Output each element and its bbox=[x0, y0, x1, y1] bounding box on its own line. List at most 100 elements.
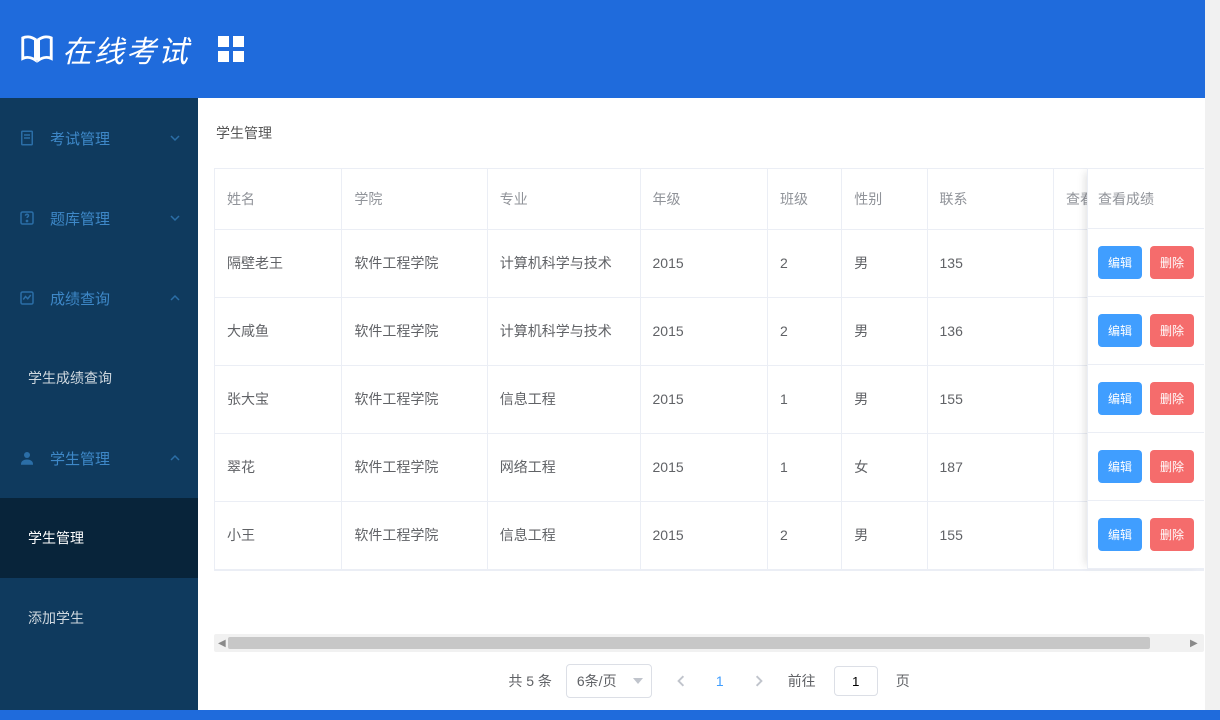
edit-button[interactable]: 编辑 bbox=[1098, 450, 1142, 483]
cell-major: 计算机科学与技术 bbox=[487, 297, 640, 365]
pager-current[interactable]: 1 bbox=[710, 673, 730, 689]
pager-next[interactable] bbox=[744, 666, 774, 696]
cell-class: 1 bbox=[767, 433, 841, 501]
delete-button[interactable]: 删除 bbox=[1150, 246, 1194, 279]
table-row: 张大宝软件工程学院信息工程20151男155 bbox=[215, 365, 1203, 433]
col-major: 专业 bbox=[487, 169, 640, 229]
breadcrumb: 学生管理 bbox=[198, 98, 1220, 168]
page-title: 学生管理 bbox=[216, 123, 272, 143]
col-gender: 性别 bbox=[842, 169, 927, 229]
cell-college: 软件工程学院 bbox=[342, 501, 487, 569]
sidebar-subitem-label: 添加学生 bbox=[28, 608, 84, 628]
sidebar-item-label: 考试管理 bbox=[50, 128, 170, 149]
cell-college: 软件工程学院 bbox=[342, 229, 487, 297]
cell-gender: 男 bbox=[842, 365, 927, 433]
pager-jump-prefix: 前往 bbox=[788, 671, 816, 691]
cell-phone: 135 bbox=[927, 229, 1053, 297]
sidebar-item-grades[interactable]: 成绩查询 bbox=[0, 258, 198, 338]
pager-jump-suffix: 页 bbox=[896, 671, 910, 691]
sidebar-subitem-label: 学生管理 bbox=[28, 528, 84, 548]
sidebar-subitem-label: 学生成绩查询 bbox=[28, 368, 112, 388]
chevron-down-icon bbox=[170, 213, 180, 223]
table-header-row: 姓名 学院 专业 年级 班级 性别 联系 查看成绩 bbox=[215, 169, 1203, 229]
cell-class: 2 bbox=[767, 229, 841, 297]
edit-button[interactable]: 编辑 bbox=[1098, 314, 1142, 347]
col-name: 姓名 bbox=[215, 169, 342, 229]
cell-name: 翠花 bbox=[215, 433, 342, 501]
sidebar-subitem-add-student[interactable]: 添加学生 bbox=[0, 578, 198, 658]
cell-name: 大咸鱼 bbox=[215, 297, 342, 365]
delete-button[interactable]: 删除 bbox=[1150, 382, 1194, 415]
cell-name: 张大宝 bbox=[215, 365, 342, 433]
cell-name: 小王 bbox=[215, 501, 342, 569]
chevron-down-icon bbox=[170, 133, 180, 143]
cell-year: 2015 bbox=[640, 501, 767, 569]
scroll-left-icon[interactable]: ◀ bbox=[218, 638, 228, 648]
sidebar-item-student[interactable]: 学生管理 bbox=[0, 418, 198, 498]
pager-jump-input[interactable] bbox=[834, 666, 878, 696]
cell-major: 网络工程 bbox=[487, 433, 640, 501]
action-cell: 编辑删除 bbox=[1088, 229, 1204, 297]
fixed-action-column: 查看成绩 编辑删除编辑删除编辑删除编辑删除编辑删除 bbox=[1087, 168, 1204, 569]
cell-phone: 155 bbox=[927, 365, 1053, 433]
edit-button[interactable]: 编辑 bbox=[1098, 246, 1142, 279]
cell-major: 信息工程 bbox=[487, 365, 640, 433]
table-row: 隔壁老王软件工程学院计算机科学与技术20152男135 bbox=[215, 229, 1203, 297]
cell-major: 信息工程 bbox=[487, 501, 640, 569]
cell-college: 软件工程学院 bbox=[342, 433, 487, 501]
pagination: 共 5 条 6条/页 1 前往 页 bbox=[198, 652, 1220, 710]
cell-class: 1 bbox=[767, 365, 841, 433]
question-bank-icon bbox=[18, 209, 36, 227]
cell-college: 软件工程学院 bbox=[342, 365, 487, 433]
sidebar: 考试管理 题库管理 成绩查询 学生成绩查询 bbox=[0, 98, 198, 710]
sidebar-subitem-student-grades[interactable]: 学生成绩查询 bbox=[0, 338, 198, 418]
col-year: 年级 bbox=[640, 169, 767, 229]
app-header: 在线考试 bbox=[0, 0, 1220, 98]
action-cell: 编辑删除 bbox=[1088, 297, 1204, 365]
pager-total: 共 5 条 bbox=[508, 671, 552, 691]
sidebar-subitem-student-manage[interactable]: 学生管理 bbox=[0, 498, 198, 578]
action-cell: 编辑删除 bbox=[1088, 365, 1204, 433]
sidebar-item-question-bank[interactable]: 题库管理 bbox=[0, 178, 198, 258]
main-content: 学生管理 姓名 学院 专业 年级 班级 bbox=[198, 98, 1220, 710]
table-scroll[interactable]: 姓名 学院 专业 年级 班级 性别 联系 查看成绩 隔壁老王软件工程学院计算机科… bbox=[214, 168, 1204, 571]
col-college: 学院 bbox=[342, 169, 487, 229]
cell-class: 2 bbox=[767, 501, 841, 569]
app-logo: 在线考试 bbox=[18, 27, 190, 71]
sidebar-item-exam[interactable]: 考试管理 bbox=[0, 98, 198, 178]
apps-grid-icon[interactable] bbox=[218, 36, 244, 62]
cell-college: 软件工程学院 bbox=[342, 297, 487, 365]
cell-gender: 男 bbox=[842, 501, 927, 569]
vertical-scrollbar[interactable] bbox=[1205, 0, 1220, 710]
edit-button[interactable]: 编辑 bbox=[1098, 518, 1142, 551]
edit-button[interactable]: 编辑 bbox=[1098, 382, 1142, 415]
scrollbar-thumb[interactable] bbox=[228, 637, 1150, 649]
sidebar-item-label: 学生管理 bbox=[50, 448, 170, 469]
col-class: 班级 bbox=[767, 169, 841, 229]
delete-button[interactable]: 删除 bbox=[1150, 314, 1194, 347]
delete-button[interactable]: 删除 bbox=[1150, 518, 1194, 551]
cell-year: 2015 bbox=[640, 297, 767, 365]
col-phone: 联系 bbox=[927, 169, 1053, 229]
cell-major: 计算机科学与技术 bbox=[487, 229, 640, 297]
chevron-up-icon bbox=[170, 453, 180, 463]
cell-gender: 女 bbox=[842, 433, 927, 501]
cell-phone: 187 bbox=[927, 433, 1053, 501]
chevron-up-icon bbox=[170, 293, 180, 303]
table-row: 小王软件工程学院信息工程20152男155 bbox=[215, 501, 1203, 569]
cell-gender: 男 bbox=[842, 229, 927, 297]
scroll-right-icon[interactable]: ▶ bbox=[1190, 638, 1200, 648]
sidebar-item-label: 题库管理 bbox=[50, 208, 170, 229]
cell-gender: 男 bbox=[842, 297, 927, 365]
cell-year: 2015 bbox=[640, 229, 767, 297]
cell-phone: 136 bbox=[927, 297, 1053, 365]
cell-year: 2015 bbox=[640, 365, 767, 433]
action-column-header: 查看成绩 bbox=[1088, 169, 1204, 229]
sidebar-item-label: 成绩查询 bbox=[50, 288, 170, 309]
delete-button[interactable]: 删除 bbox=[1150, 450, 1194, 483]
page-size-select[interactable]: 6条/页 bbox=[566, 664, 652, 698]
horizontal-scrollbar[interactable]: ◀ ▶ bbox=[214, 634, 1204, 652]
pager-prev[interactable] bbox=[666, 666, 696, 696]
table-row: 翠花软件工程学院网络工程20151女187 bbox=[215, 433, 1203, 501]
student-icon bbox=[18, 449, 36, 467]
